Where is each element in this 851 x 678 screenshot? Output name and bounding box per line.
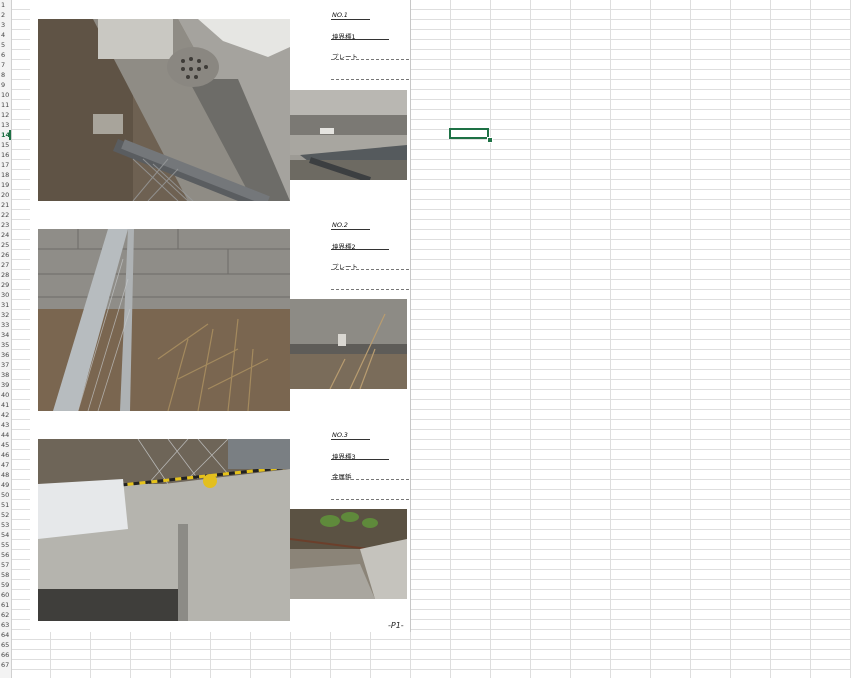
row-header-39[interactable]: 39 xyxy=(0,380,12,390)
photo-1-detail[interactable] xyxy=(290,90,407,180)
row-header-46[interactable]: 46 xyxy=(0,450,12,460)
row-header-42[interactable]: 42 xyxy=(0,410,12,420)
row-header-30[interactable]: 30 xyxy=(0,290,12,300)
row-header-28[interactable]: 28 xyxy=(0,270,12,280)
row-header-60[interactable]: 60 xyxy=(0,590,12,600)
row-header-33[interactable]: 33 xyxy=(0,320,12,330)
dashed-line xyxy=(331,479,409,480)
row-header-22[interactable]: 22 xyxy=(0,210,12,220)
row-header-50[interactable]: 50 xyxy=(0,490,12,500)
dashed-line xyxy=(331,499,409,500)
row-header-17[interactable]: 17 xyxy=(0,160,12,170)
row-header-62[interactable]: 62 xyxy=(0,610,12,620)
row-header-12[interactable]: 12 xyxy=(0,110,12,120)
underline xyxy=(331,439,370,440)
page-number: -P1- xyxy=(388,621,404,630)
row-header-column[interactable]: 1 2 3 4 5 6 7 8 9 10 11 12 13 14 15 16 17 18 19 20 21 22 23 24 2… xyxy=(0,0,12,678)
row-header-6[interactable]: 6 xyxy=(0,50,12,60)
dashed-line xyxy=(331,79,409,80)
photo-1-main[interactable] xyxy=(38,19,290,201)
row-header-49[interactable]: 49 xyxy=(0,480,12,490)
row-header-23[interactable]: 23 xyxy=(0,220,12,230)
row-header-53[interactable]: 53 xyxy=(0,520,12,530)
row-header-36[interactable]: 36 xyxy=(0,350,12,360)
row-header-15[interactable]: 15 xyxy=(0,140,12,150)
row-header-47[interactable]: 47 xyxy=(0,460,12,470)
row-header-59[interactable]: 59 xyxy=(0,580,12,590)
row-header-31[interactable]: 31 xyxy=(0,300,12,310)
row-header-55[interactable]: 55 xyxy=(0,540,12,550)
row-header-2[interactable]: 2 xyxy=(0,10,12,20)
entry-1-number: NO.1 xyxy=(332,11,348,19)
row-selection-indicator xyxy=(9,130,11,140)
row-header-54[interactable]: 54 xyxy=(0,530,12,540)
row-header-51[interactable]: 51 xyxy=(0,500,12,510)
row-header-65[interactable]: 65 xyxy=(0,640,12,650)
underline xyxy=(331,39,389,40)
row-header-8[interactable]: 8 xyxy=(0,70,12,80)
row-header-44[interactable]: 44 xyxy=(0,430,12,440)
spreadsheet-view: 1 2 3 4 5 6 7 8 9 10 11 12 13 14 15 16 17 18 19 20 21 22 23 24 2… xyxy=(0,0,851,678)
row-header-9[interactable]: 9 xyxy=(0,80,12,90)
dashed-line xyxy=(331,59,409,60)
row-header-10[interactable]: 10 xyxy=(0,90,12,100)
row-header-29[interactable]: 29 xyxy=(0,280,12,290)
row-header-37[interactable]: 37 xyxy=(0,360,12,370)
row-header-56[interactable]: 56 xyxy=(0,550,12,560)
dashed-line xyxy=(331,289,409,290)
row-header-5[interactable]: 5 xyxy=(0,40,12,50)
row-header-64[interactable]: 64 xyxy=(0,630,12,640)
active-cell-cursor[interactable] xyxy=(449,128,489,139)
page-break-line xyxy=(410,0,411,632)
photo-2-detail[interactable] xyxy=(290,299,407,389)
row-header-32[interactable]: 32 xyxy=(0,310,12,320)
row-header-25[interactable]: 25 xyxy=(0,240,12,250)
row-header-52[interactable]: 52 xyxy=(0,510,12,520)
row-header-20[interactable]: 20 xyxy=(0,190,12,200)
row-header-7[interactable]: 7 xyxy=(0,60,12,70)
row-header-58[interactable]: 58 xyxy=(0,570,12,580)
underline xyxy=(331,249,389,250)
row-header-16[interactable]: 16 xyxy=(0,150,12,160)
row-header-26[interactable]: 26 xyxy=(0,250,12,260)
photo-2-main[interactable] xyxy=(38,229,290,411)
row-header-19[interactable]: 19 xyxy=(0,180,12,190)
row-header-21[interactable]: 21 xyxy=(0,200,12,210)
entry-3-number: NO.3 xyxy=(332,431,348,439)
row-header-34[interactable]: 34 xyxy=(0,330,12,340)
row-header-13[interactable]: 13 xyxy=(0,120,12,130)
row-header-18[interactable]: 18 xyxy=(0,170,12,180)
row-header-45[interactable]: 45 xyxy=(0,440,12,450)
row-header-3[interactable]: 3 xyxy=(0,20,12,30)
row-header-63[interactable]: 63 xyxy=(0,620,12,630)
row-header-41[interactable]: 41 xyxy=(0,400,12,410)
row-header-1[interactable]: 1 xyxy=(0,0,12,10)
row-header-67[interactable]: 67 xyxy=(0,660,12,670)
entry-2-number: NO.2 xyxy=(332,221,348,229)
photo-3-detail[interactable] xyxy=(290,509,407,599)
row-header-57[interactable]: 57 xyxy=(0,560,12,570)
row-header-43[interactable]: 43 xyxy=(0,420,12,430)
row-header-40[interactable]: 40 xyxy=(0,390,12,400)
row-header-61[interactable]: 61 xyxy=(0,600,12,610)
dashed-line xyxy=(331,269,409,270)
row-header-11[interactable]: 11 xyxy=(0,100,12,110)
row-header-4[interactable]: 4 xyxy=(0,30,12,40)
row-header-66[interactable]: 66 xyxy=(0,650,12,660)
row-header-48[interactable]: 48 xyxy=(0,470,12,480)
row-header-38[interactable]: 38 xyxy=(0,370,12,380)
row-header-35[interactable]: 35 xyxy=(0,340,12,350)
photo-3-main[interactable] xyxy=(38,439,290,621)
underline xyxy=(331,19,370,20)
fill-handle[interactable] xyxy=(487,137,493,143)
row-header-27[interactable]: 27 xyxy=(0,260,12,270)
underline xyxy=(331,459,389,460)
underline xyxy=(331,229,370,230)
row-header-24[interactable]: 24 xyxy=(0,230,12,240)
